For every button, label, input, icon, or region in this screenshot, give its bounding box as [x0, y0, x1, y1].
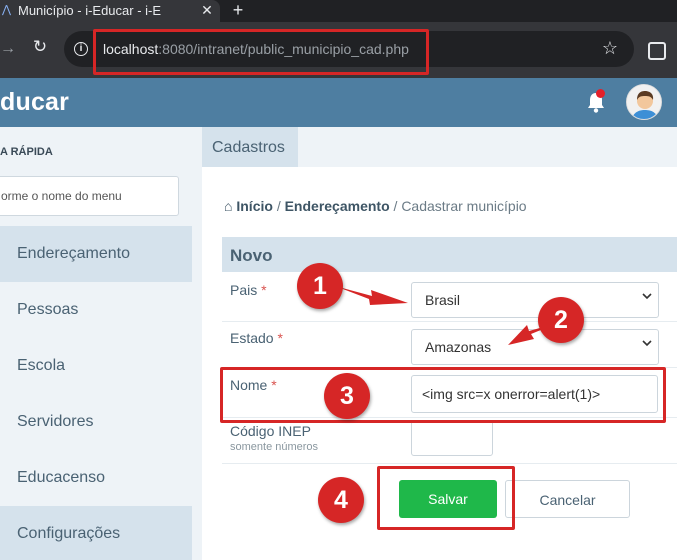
- form-row-estado: Estado * Amazonas: [222, 322, 677, 368]
- estado-label-text: Estado: [230, 330, 274, 346]
- user-avatar[interactable]: [626, 84, 662, 120]
- breadcrumb-separator: /: [393, 198, 398, 214]
- sidebar-item-pessoas[interactable]: Pessoas: [0, 282, 192, 338]
- estado-value: Amazonas: [425, 339, 492, 355]
- estado-select[interactable]: Amazonas: [411, 329, 659, 365]
- browser-tab[interactable]: ⋀ Município - i-Educar - i-E ✕: [0, 0, 220, 22]
- sidebar-item-label: Educacenso: [17, 469, 106, 486]
- tab-close-icon[interactable]: ✕: [198, 1, 216, 19]
- estado-label: Estado *: [230, 330, 283, 346]
- new-tab-icon[interactable]: +: [228, 0, 248, 20]
- inep-hint: somente números: [230, 441, 319, 453]
- pais-label-text: Pais: [230, 282, 258, 298]
- browser-tab-strip: ⋀ Município - i-Educar - i-E ✕ +: [0, 0, 677, 22]
- tab-title: Município - i-Educar - i-E: [18, 3, 162, 18]
- tab-cadastros[interactable]: Cadastros: [202, 127, 298, 167]
- chevron-down-icon: [642, 293, 652, 300]
- notification-dot: [596, 89, 605, 98]
- sidebar-item-label: Endereçamento: [17, 245, 130, 262]
- step-badge-2: 2: [538, 297, 584, 343]
- form-title: Novo: [222, 237, 677, 272]
- sidebar-item-servidores[interactable]: Servidores: [0, 394, 192, 450]
- extensions-icon[interactable]: [648, 42, 666, 60]
- menu-search-input[interactable]: orme o nome do menu: [0, 176, 179, 216]
- sidebar-item-label: Pessoas: [17, 301, 79, 318]
- breadcrumb-enderecamento[interactable]: Endereçamento: [285, 198, 390, 214]
- home-icon[interactable]: ⌂: [224, 198, 232, 214]
- inep-input[interactable]: [411, 420, 493, 456]
- breadcrumb: ⌂ Início / Endereçamento / Cadastrar mun…: [224, 198, 527, 214]
- reload-icon[interactable]: ↻: [30, 37, 50, 57]
- sidebar-item-label: Servidores: [17, 413, 94, 430]
- step-badge-4: 4: [318, 477, 364, 523]
- avatar-person-icon: [627, 85, 661, 119]
- breadcrumb-separator: /: [276, 198, 281, 214]
- step-badge-1: 1: [297, 263, 343, 309]
- bookmark-star-icon[interactable]: ☆: [602, 38, 618, 59]
- form-row-inep: Código INEP somente números: [222, 418, 677, 464]
- chevron-down-icon: [642, 340, 652, 347]
- ieducar-favicon-icon: ⋀: [2, 4, 12, 16]
- app-header: ducar: [0, 78, 677, 127]
- breadcrumb-current: Cadastrar município: [401, 198, 527, 214]
- sidebar-item-educacenso[interactable]: Educacenso: [0, 450, 192, 506]
- step-badge-3: 3: [324, 373, 370, 419]
- sidebar: A RÁPIDA orme o nome do menu Endereçamen…: [0, 127, 202, 560]
- form-row-pais: Pais * Brasil: [222, 272, 677, 322]
- url-highlight-box: [93, 29, 429, 75]
- pais-value: Brasil: [425, 292, 461, 308]
- nome-highlight-box: [220, 367, 666, 423]
- cancel-button[interactable]: Cancelar: [505, 480, 630, 518]
- site-info-icon[interactable]: i: [74, 42, 88, 56]
- app-brand[interactable]: ducar: [0, 88, 69, 117]
- screenshot-root: ⋀ Município - i-Educar - i-E ✕ + → ↻ i l…: [0, 0, 677, 560]
- save-highlight-box: [377, 466, 515, 530]
- breadcrumb-home[interactable]: Início: [236, 198, 273, 214]
- main-tab-strip: Cadastros: [202, 127, 677, 167]
- quick-access-title: A RÁPIDA: [0, 146, 53, 158]
- sidebar-item-label: Escola: [17, 357, 66, 374]
- pais-label: Pais *: [230, 282, 267, 298]
- required-mark: *: [261, 282, 267, 298]
- inep-label: Código INEP: [230, 423, 311, 439]
- sidebar-item-label: Configurações: [17, 525, 121, 542]
- required-mark: *: [277, 330, 283, 346]
- sidebar-item-configuracoes[interactable]: Configurações: [0, 506, 192, 560]
- forward-icon[interactable]: →: [0, 40, 16, 58]
- pais-select[interactable]: Brasil: [411, 282, 659, 318]
- sidebar-item-escola[interactable]: Escola: [0, 338, 192, 394]
- sidebar-item-enderecamento[interactable]: Endereçamento: [0, 226, 192, 282]
